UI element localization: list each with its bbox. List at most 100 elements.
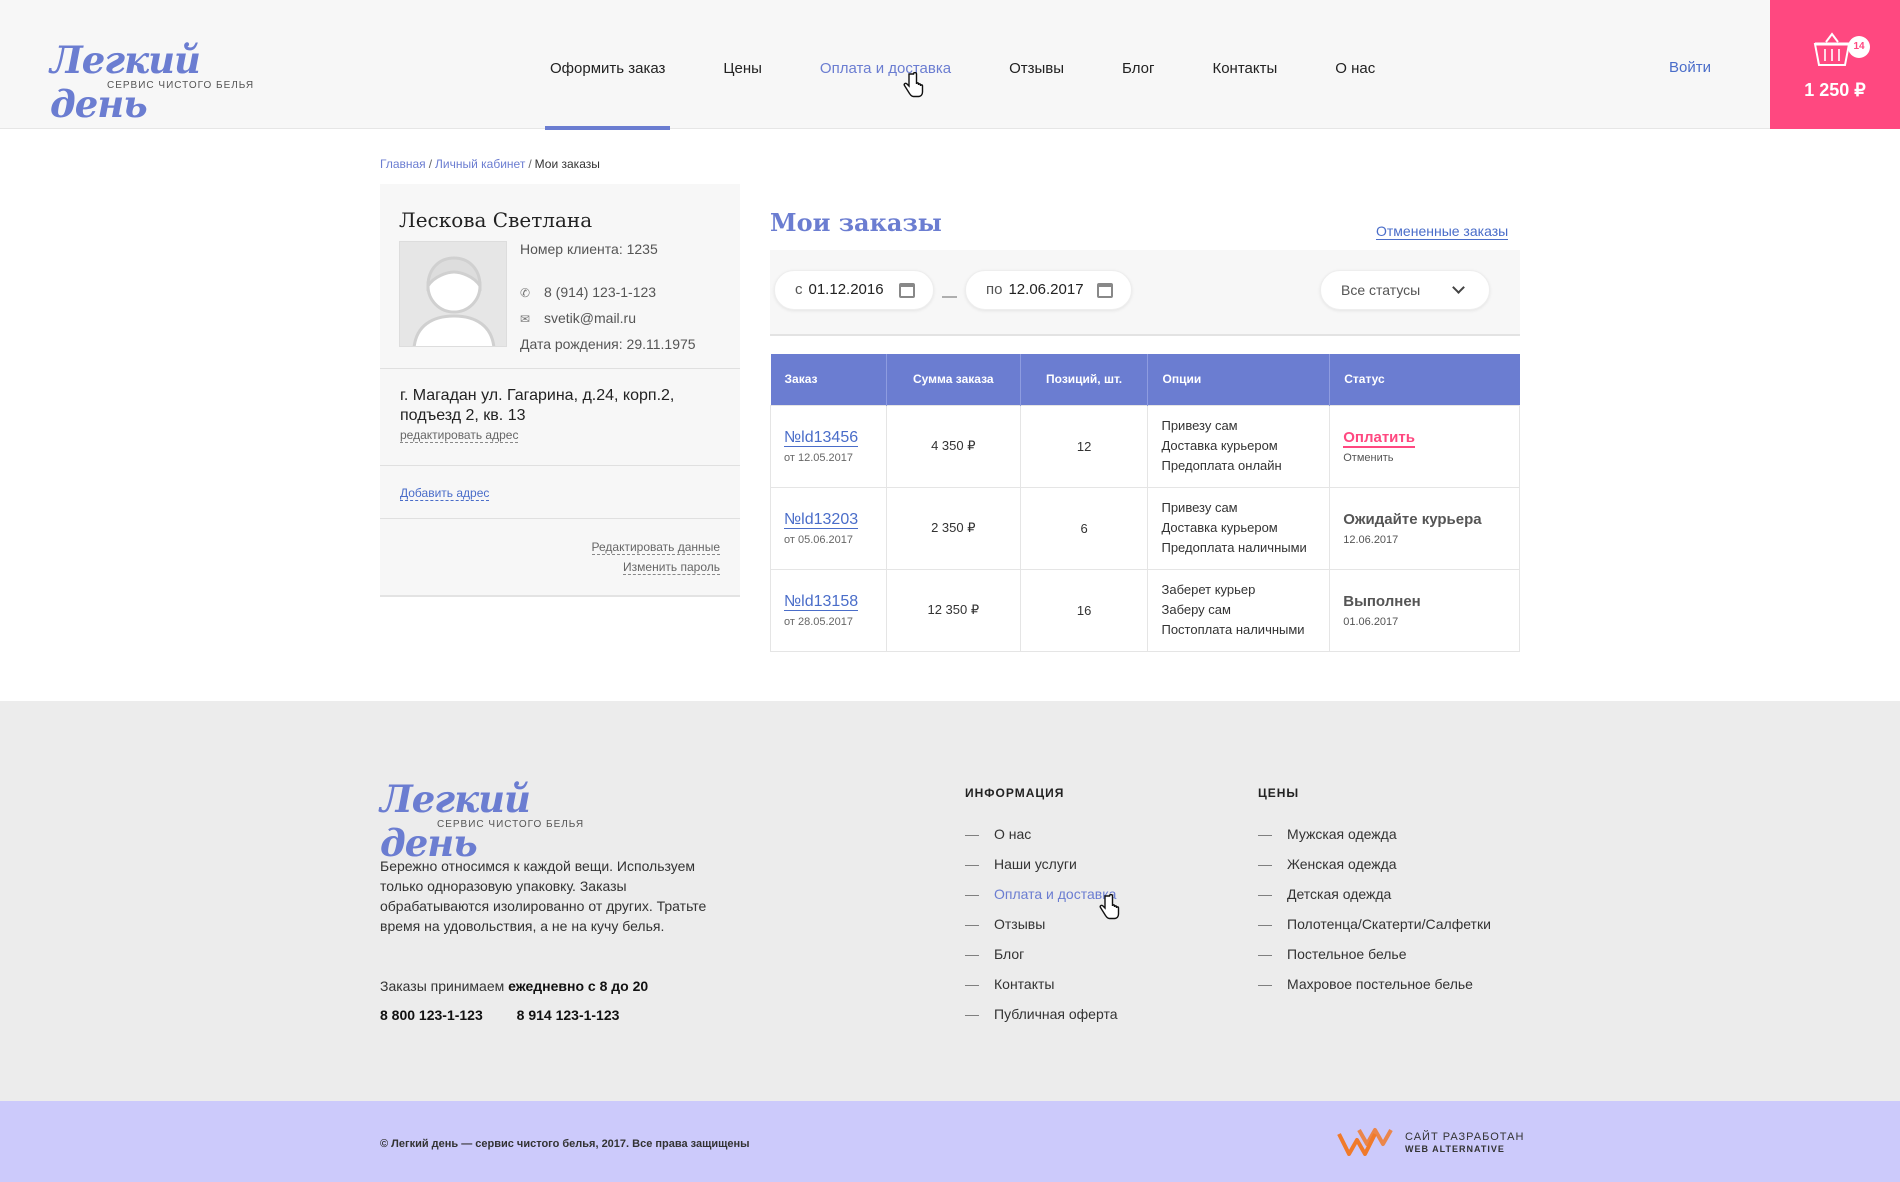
pay-button[interactable]: Оплатить (1343, 428, 1415, 448)
breadcrumb-cabinet[interactable]: Личный кабинет (435, 157, 525, 171)
footer-link[interactable]: О нас (965, 819, 1118, 849)
footer-link[interactable]: Блог (965, 939, 1118, 969)
footer-link[interactable]: Отзывы (965, 909, 1118, 939)
add-address-row: Добавить адрес (400, 484, 490, 502)
date-to-field[interactable]: по 12.06.2017 (965, 270, 1132, 310)
calendar-icon[interactable] (899, 283, 915, 298)
order-sum: 4 350 ₽ (885, 404, 1021, 488)
footer-link[interactable]: Постельное белье (1258, 939, 1491, 969)
order-date: от 28.05.2017 (784, 615, 854, 628)
nav-item-about[interactable]: О нас (1330, 0, 1380, 129)
column-header-options: Опции (1147, 354, 1330, 405)
add-address-link[interactable]: Добавить адрес (400, 486, 490, 501)
order-cell: №ld13203 от 05.06.2017 (770, 486, 887, 570)
footer-link[interactable]: Женская одежда (1258, 849, 1491, 879)
logo-tagline: сервис чистого белья (437, 819, 585, 830)
divider (380, 368, 740, 369)
user-placeholder-icon (412, 256, 496, 346)
cancelled-orders-link[interactable]: Отмененные заказы (1376, 223, 1509, 240)
order-qty: 6 (1019, 486, 1149, 570)
status-select[interactable]: Все статусы (1320, 270, 1490, 310)
order-qty: 12 (1019, 404, 1149, 488)
footer-phones: 8 800 123-1-123 8 914 123-1-123 (380, 1007, 649, 1023)
edit-address-link[interactable]: редактировать адрес (400, 428, 519, 443)
profile-address: г. Магадан ул. Гагарина, д.24, корп.2, п… (400, 386, 720, 443)
order-option: Предоплата онлайн (1161, 458, 1282, 473)
nav-item-reviews[interactable]: Отзывы (1004, 0, 1069, 129)
order-options: Привезу сам Доставка курьером Предоплата… (1147, 404, 1331, 488)
footer-link[interactable]: Полотенца/Скатерти/Салфетки (1258, 909, 1491, 939)
footer-link[interactable]: Наши услуги (965, 849, 1118, 879)
order-option: Привезу сам (1161, 500, 1238, 515)
order-cell: №ld13456 от 12.05.2017 (770, 404, 887, 488)
calendar-icon[interactable] (1097, 283, 1113, 298)
table-row: №ld13158 от 28.05.2017 12 350 ₽ 16 Забер… (770, 568, 1520, 652)
cart-button[interactable]: 14 1 250 ₽ (1770, 0, 1900, 129)
date-from-value: 01.12.2016 (808, 281, 884, 298)
footer-link[interactable]: Детская одежда (1258, 879, 1491, 909)
account-actions: Редактировать данные Изменить пароль (591, 537, 720, 577)
footer-link[interactable]: Махровое постельное белье (1258, 969, 1491, 999)
phone-icon: ✆ (520, 286, 531, 300)
order-status: Выполнен 01.06.2017 (1329, 568, 1520, 652)
date-range-dash: — (942, 288, 957, 305)
developer-line-1: САЙТ РАЗРАБОТАН (1405, 1131, 1525, 1143)
logo-tagline: сервис чистого белья (107, 80, 255, 91)
cart-total: 1 250 ₽ (1804, 80, 1866, 100)
footer-about: Бережно относимся к каждой вещи. Использ… (380, 858, 707, 934)
footer-info-column: Информация О нас Наши услуги Оплата и до… (965, 786, 1118, 1029)
footer-hours: Заказы принимаем ежедневно с 8 до 20 (380, 978, 648, 994)
mail-icon: ✉ (520, 312, 531, 326)
site-logo[interactable]: Легкий день сервис чистого белья (50, 38, 253, 126)
footer-prices-column: Цены Мужская одежда Женская одежда Детск… (1258, 786, 1491, 999)
profile-birthdate: Дата рождения: 29.11.1975 (520, 336, 696, 352)
order-date: от 05.06.2017 (784, 533, 854, 546)
order-options: Заберет курьер Заберу сам Постоплата нал… (1147, 568, 1331, 652)
divider (380, 465, 740, 466)
profile-email: ✉ svetik@mail.ru (520, 310, 636, 326)
table-row: №ld13203 от 05.06.2017 2 350 ₽ 6 Привезу… (770, 486, 1520, 570)
footer-link[interactable]: Публичная оферта (965, 999, 1118, 1029)
nav-item-order[interactable]: Оформить заказ (545, 0, 671, 130)
phone-2[interactable]: 8 914 123-1-123 (517, 1007, 620, 1023)
order-date: от 12.05.2017 (784, 451, 854, 464)
footer-link[interactable]: Оплата и доставка (965, 879, 1118, 909)
nav-item-payment-delivery[interactable]: Оплата и доставка (815, 0, 956, 129)
site-footer: Легкий день сервис чистого белья Бережно… (0, 701, 1900, 1101)
developer-credit-text: САЙТ РАЗРАБОТАН WEB ALTERNATIVE (1405, 1131, 1524, 1155)
cart-count-badge: 14 (1848, 36, 1870, 58)
edit-data-link[interactable]: Редактировать данные (591, 540, 720, 555)
order-id-link[interactable]: №ld13203 (784, 510, 859, 529)
phone-1[interactable]: 8 800 123-1-123 (380, 1007, 483, 1023)
column-header-status: Статус (1329, 354, 1520, 405)
footer-link[interactable]: Контакты (965, 969, 1118, 999)
developer-credit[interactable]: САЙТ РАЗРАБОТАН WEB ALTERNATIVE (1337, 1126, 1523, 1156)
chevron-down-icon (1452, 281, 1465, 294)
breadcrumb-current: Мои заказы (534, 157, 600, 171)
table-header-row: Заказ Сумма заказа Позиций, шт. Опции Ст… (770, 354, 1520, 405)
cancel-order-link[interactable]: Отменить (1343, 452, 1393, 464)
hours-value: ежедневно с 8 до 20 (508, 978, 649, 994)
order-status: Оплатить Отменить (1329, 404, 1520, 488)
copyright-bar: © Легкий день — сервис чистого белья, 20… (0, 1101, 1900, 1182)
nav-item-contacts[interactable]: Контакты (1207, 0, 1282, 129)
web-alternative-logo-icon (1337, 1128, 1393, 1156)
breadcrumb-home[interactable]: Главная (380, 157, 426, 171)
footer-logo[interactable]: Легкий день сервис чистого белья (380, 777, 583, 865)
change-password-link[interactable]: Изменить пароль (623, 560, 720, 575)
footer-link[interactable]: Мужская одежда (1258, 819, 1491, 849)
basket-icon (1813, 32, 1851, 66)
order-option: Заберет курьер (1161, 582, 1256, 597)
login-link[interactable]: Войти (1669, 59, 1711, 76)
nav-item-blog[interactable]: Блог (1117, 0, 1159, 129)
order-id-link[interactable]: №ld13158 (784, 592, 859, 611)
status-date: 01.06.2017 (1343, 615, 1399, 628)
order-id-link[interactable]: №ld13456 (784, 428, 859, 447)
orders-filter: с 01.12.2016 — по 12.06.2017 Все статусы (770, 250, 1520, 336)
column-header-qty: Позиций, шт. (1019, 354, 1148, 405)
column-header-order: Заказ (770, 354, 887, 405)
date-from-field[interactable]: с 01.12.2016 (774, 270, 934, 310)
page-title: Мои заказы (770, 208, 942, 237)
order-qty: 16 (1019, 568, 1149, 652)
nav-item-prices[interactable]: Цены (718, 0, 767, 129)
